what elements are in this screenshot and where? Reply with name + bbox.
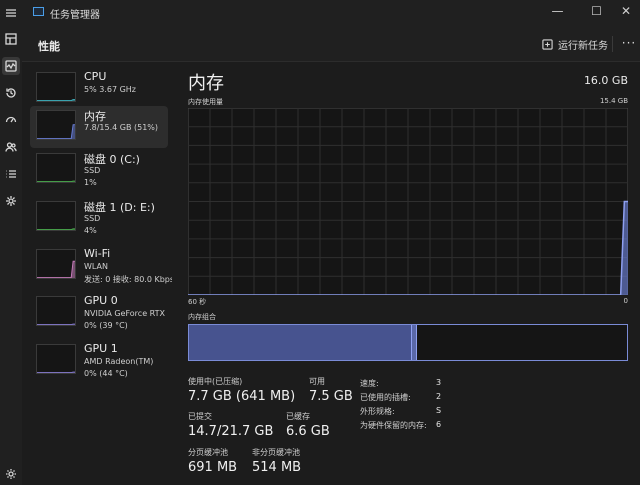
stat-committed: 已提交 14.7/21.7 GB [188,411,273,439]
maximize-button[interactable]: ☐ [580,0,613,22]
spec-slots-label: 已使用的插槽: [360,393,411,402]
resource-item[interactable]: 磁盘 0 (C:) SSD 1% [30,149,168,191]
processes-icon[interactable] [2,30,20,48]
stat-committed-value: 14.7/21.7 GB [188,424,274,439]
resource-subtitle: NVIDIA GeForce RTX [84,309,166,318]
resource-subtitle: 5% 3.67 GHz [84,85,137,94]
composition-free-segment [416,325,627,360]
resource-item[interactable]: CPU 5% 3.67 GHz [30,68,168,110]
spec-hw-reserved-label: 为硬件保留的内存: [360,421,427,430]
stat-committed-label: 已提交 [188,412,212,421]
memory-panel: 内存 16.0 GB 内存使用量 15.4 GB 60 秒 0 内存组合 使用中… [172,62,640,485]
spec-form-factor-value: S [436,406,442,415]
close-button[interactable]: ✕ [612,0,640,22]
more-options-button[interactable]: ··· [618,34,640,54]
resource-thumbnail [36,344,76,374]
header-divider [612,36,613,52]
stat-nonpaged-pool-value: 514 MB [252,460,302,475]
minimize-button[interactable]: — [541,0,574,22]
run-task-icon [542,39,553,50]
resource-subtitle: 7.8/15.4 GB (51%) [84,123,159,132]
spec-form-factor-label: 外形规格: [360,407,395,416]
resource-item[interactable]: Wi-Fi WLAN 发送: 0 接收: 80.0 Kbps [30,245,174,287]
resource-detail: 0% (39 °C) [84,321,128,330]
title-bar: 任务管理器 — ☐ ✕ [0,0,640,26]
stat-available-label: 可用 [309,377,325,386]
stat-in-use: 使用中(已压缩) 7.7 GB (641 MB) [188,376,295,404]
settings-icon[interactable] [2,465,20,483]
composition-in-use-segment [189,325,413,360]
chart-axis-left-label: 60 秒 [188,298,207,306]
task-manager-app-icon [33,7,44,16]
resource-detail: 0% (44 °C) [84,369,128,378]
resource-name: CPU [84,70,107,83]
stat-in-use-value: 7.7 GB (641 MB) [188,389,296,404]
resource-item[interactable]: GPU 1 AMD Radeon(TM) 0% (44 °C) [30,340,168,382]
memory-total: 16.0 GB [583,74,628,87]
app-history-icon[interactable] [2,84,20,102]
page-header: 性能 运行新任务 ··· [22,26,640,62]
memory-usage-chart [188,108,628,295]
stat-in-use-label: 使用中(已压缩) [188,377,243,386]
chart-axis-right-label: 0 [623,297,628,305]
stat-paged-pool-value: 691 MB [188,460,238,475]
memory-usage-max: 15.4 GB [599,97,628,105]
spec-hw-reserved-value: 6 [436,420,442,429]
performance-icon[interactable] [2,57,20,75]
resource-thumbnail [36,72,76,102]
memory-composition-label: 内存组合 [188,313,216,321]
resource-thumbnail [36,249,76,279]
stat-nonpaged-pool-label: 非分页缓冲池 [252,448,300,457]
resource-thumbnail [36,153,76,183]
resource-name: GPU 0 [84,294,118,307]
memory-title: 内存 [188,73,224,94]
details-icon[interactable] [2,165,20,183]
stat-available: 可用 7.5 GB [309,376,353,404]
resource-subtitle: SSD [84,214,101,223]
run-new-task-button[interactable]: 运行新任务 [542,37,608,52]
resource-name: Wi-Fi [84,247,111,260]
window-title: 任务管理器 [50,10,100,21]
memory-composition-bar [188,324,628,361]
resource-list: CPU 5% 3.67 GHz 内存 7.8/15.4 GB (51%) 磁盘 0 (C… [22,62,174,485]
resource-thumbnail [36,110,76,140]
resource-item[interactable]: 磁盘 1 (D: E:) SSD 4% [30,197,168,239]
navigation-rail [0,0,22,485]
resource-name: 内存 [84,110,106,123]
resource-name: 磁盘 0 (C:) [84,153,140,166]
startup-apps-icon[interactable] [2,111,20,129]
run-new-task-label: 运行新任务 [558,41,608,52]
menu-icon[interactable] [2,4,20,22]
resource-detail: 1% [84,178,97,187]
stat-paged-pool: 分页缓冲池 691 MB [188,447,237,475]
resource-detail: 4% [84,226,97,235]
resource-thumbnail [36,201,76,231]
stat-cached: 已缓存 6.6 GB [286,411,330,439]
page-title: 性能 [38,40,60,53]
resource-detail: 发送: 0 接收: 80.0 Kbps [84,275,175,284]
resource-name: GPU 1 [84,342,118,355]
stat-available-value: 7.5 GB [309,389,353,404]
stat-paged-pool-label: 分页缓冲池 [188,448,228,457]
resource-thumbnail [36,296,76,326]
users-icon[interactable] [2,138,20,156]
resource-item[interactable]: GPU 0 NVIDIA GeForce RTX 0% (39 °C) [30,292,168,334]
spec-speed-label: 速度: [360,379,379,388]
resource-item[interactable]: 内存 7.8/15.4 GB (51%) [30,106,168,148]
services-icon[interactable] [2,192,20,210]
memory-usage-label: 内存使用量 [188,98,223,106]
stat-cached-label: 已缓存 [286,412,310,421]
spec-speed-value: 3 [436,378,442,387]
resource-name: 磁盘 1 (D: E:) [84,201,155,214]
resource-subtitle: AMD Radeon(TM) [84,357,154,366]
spec-slots-value: 2 [436,392,442,401]
resource-subtitle: WLAN [84,262,109,271]
stat-cached-value: 6.6 GB [286,424,330,439]
resource-subtitle: SSD [84,166,101,175]
stat-nonpaged-pool: 非分页缓冲池 514 MB [252,447,301,475]
